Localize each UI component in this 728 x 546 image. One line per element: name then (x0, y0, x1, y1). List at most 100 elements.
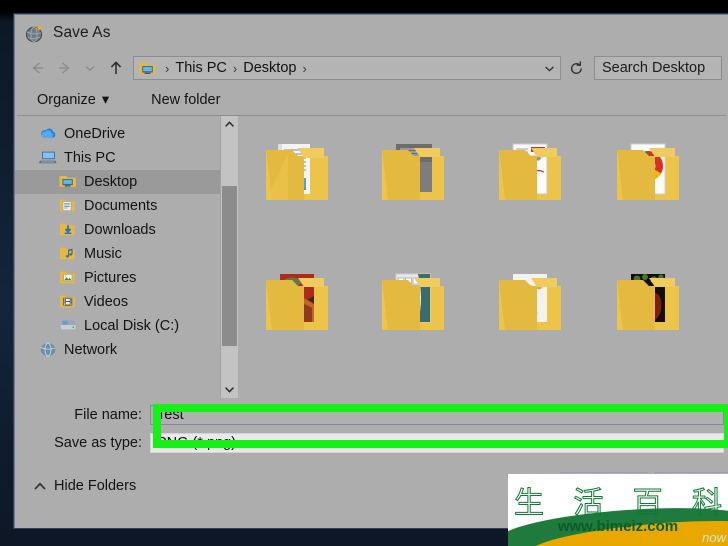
navigation-pane-scrollbar[interactable] (220, 116, 238, 398)
dialog-title: Save As (53, 24, 111, 41)
list-item[interactable] (376, 264, 448, 338)
list-item[interactable] (611, 394, 683, 398)
save-as-type-row: Save as type: PNG (*.png) (15, 432, 728, 454)
scroll-up-button[interactable] (221, 116, 238, 133)
arrow-right-icon (59, 62, 70, 74)
downloads-icon (59, 222, 77, 238)
search-input[interactable]: Search Desktop (594, 56, 722, 80)
sidebar-item-label: OneDrive (64, 126, 126, 142)
breadcrumb[interactable]: › This PC › Desktop › (134, 57, 538, 79)
arrow-up-icon (110, 61, 122, 74)
breadcrumb-sep-1: › (232, 60, 238, 76)
desktop-folder-icon (59, 174, 77, 190)
forward-button[interactable] (51, 55, 77, 81)
organize-label: Organize (37, 92, 96, 108)
sidebar-item-videos[interactable]: Videos (15, 290, 220, 314)
breadcrumb-sep-2[interactable]: › (302, 61, 306, 76)
sidebar-item-label: Desktop (84, 174, 138, 190)
sidebar-item-music[interactable]: Music (15, 242, 220, 266)
music-icon (59, 246, 77, 262)
refresh-icon (570, 60, 582, 74)
chevron-down-icon: ▾ (101, 92, 110, 108)
breadcrumb-item-desktop[interactable]: Desktop (243, 60, 296, 76)
new-folder-button[interactable]: New folder (151, 92, 220, 108)
sidebar-item-label: This PC (64, 150, 116, 166)
file-name-input[interactable]: Test (150, 405, 724, 425)
sidebar-item-label: Local Disk (C:) (84, 318, 180, 334)
watermark-char-2: 活 (573, 486, 604, 522)
videos-icon (59, 294, 77, 310)
list-item[interactable] (493, 394, 565, 398)
arrow-left-icon (32, 62, 43, 74)
chevron-down-icon (85, 65, 95, 72)
sidebar-item-network[interactable]: Network (15, 338, 220, 362)
file-list[interactable] (238, 116, 728, 398)
local-disk-icon (59, 318, 77, 334)
save-as-dialog: Save As › This PC › Desktop › Search Des… (14, 14, 728, 528)
save-as-type-dropdown[interactable]: PNG (*.png) (150, 433, 724, 453)
list-item[interactable] (611, 134, 683, 208)
navigation-pane: OneDrive This PC Desktop Documents Downl… (15, 116, 220, 398)
back-button[interactable] (25, 55, 51, 81)
list-item[interactable] (493, 264, 565, 338)
new-folder-label: New folder (151, 92, 221, 108)
list-item[interactable] (260, 264, 332, 338)
list-item[interactable] (493, 134, 565, 208)
chevron-up-icon (34, 482, 46, 490)
onedrive-cloud-icon (39, 126, 57, 142)
sidebar-item-pictures[interactable]: Pictures (15, 266, 220, 290)
save-as-globe-icon (25, 24, 45, 43)
sidebar-item-label: Pictures (84, 270, 137, 286)
command-toolbar: Organize ▾ New folder (15, 85, 728, 115)
documents-icon (59, 198, 77, 214)
watermark-overlay: 生 活 百 科 www.bimeiz.com now (508, 474, 728, 546)
network-icon (39, 342, 57, 358)
address-bar[interactable]: › This PC › Desktop › (133, 56, 561, 80)
search-placeholder: Search Desktop (602, 60, 706, 76)
scrollbar-thumb[interactable] (222, 186, 237, 346)
chevron-up-icon (225, 121, 234, 127)
watermark-url: www.bimeiz.com (557, 518, 679, 535)
dialog-title-bar: Save As (15, 15, 728, 51)
sidebar-item-label: Videos (84, 294, 129, 310)
recent-locations-button[interactable] (77, 55, 103, 81)
list-item[interactable] (260, 394, 332, 398)
save-as-type-label: Save as type: (54, 435, 142, 451)
file-name-row: File name: Test (15, 404, 728, 426)
this-pc-icon (39, 150, 57, 166)
chevron-down-icon (544, 66, 554, 71)
sidebar-item-documents[interactable]: Documents (15, 194, 220, 218)
file-name-label: File name: (74, 407, 142, 423)
watermark-char-4: 科 (691, 486, 722, 522)
sidebar-item-onedrive[interactable]: OneDrive (15, 122, 220, 146)
sidebar-item-label: Music (84, 246, 122, 262)
navigation-bar: › This PC › Desktop › Search Desktop (15, 51, 728, 85)
up-one-level-button[interactable] (103, 55, 129, 81)
list-item[interactable] (376, 134, 448, 208)
organize-button[interactable]: Organize ▾ (37, 92, 109, 108)
sidebar-item-this-pc[interactable]: This PC (15, 146, 220, 170)
address-dropdown-button[interactable] (538, 57, 560, 79)
dialog-body: OneDrive This PC Desktop Documents Downl… (15, 116, 728, 398)
list-item[interactable] (260, 134, 332, 208)
watermark-cjk-text: 生 活 百 科 (514, 478, 723, 522)
sidebar-item-label: Documents (84, 198, 158, 214)
refresh-button[interactable] (563, 55, 589, 81)
watermark-char-3: 百 (632, 486, 663, 522)
hide-folders-label: Hide Folders (54, 478, 137, 494)
sidebar-item-downloads[interactable]: Downloads (15, 218, 220, 242)
sidebar-item-local-disk-c[interactable]: Local Disk (C:) (15, 314, 220, 338)
hide-folders-button[interactable]: Hide Folders (33, 478, 136, 494)
sidebar-item-label: Downloads (84, 222, 156, 238)
sidebar-item-desktop[interactable]: Desktop (15, 170, 220, 194)
pictures-icon (59, 270, 77, 286)
list-item[interactable] (611, 264, 683, 338)
sidebar-item-label: Network (64, 342, 118, 358)
breadcrumb-item-this-pc[interactable]: This PC (175, 60, 227, 76)
save-form: File name: Test Save as type: PNG (*.png… (15, 404, 728, 454)
watermark-char-1: 生 (514, 486, 545, 522)
chevron-down-icon (225, 387, 234, 393)
scroll-down-button[interactable] (221, 381, 238, 398)
list-item[interactable] (376, 394, 448, 398)
this-pc-icon (139, 61, 156, 76)
